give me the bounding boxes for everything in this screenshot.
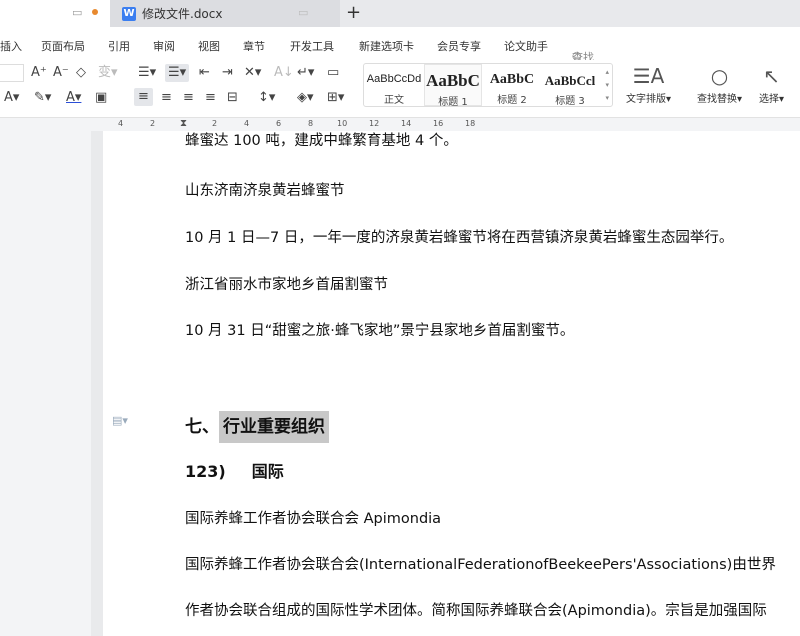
style-heading-3[interactable]: AaBbCcl 标题 3 <box>541 64 599 107</box>
menu-new-tab[interactable]: 新建选项卡 <box>359 38 414 54</box>
find-replace-label: 查找替换 <box>697 94 737 105</box>
tab-home[interactable]: ▭ <box>0 0 110 27</box>
style-gallery: AaBbCcDd 正文 AaBbC 标题 1 AaBbC 标题 2 AaBbCcl 标题… <box>363 63 613 108</box>
selected-text[interactable]: 行业重要组织 <box>219 411 329 443</box>
ruler-tick: 8 <box>308 119 314 128</box>
char-border-icon[interactable]: ▣ <box>95 90 107 106</box>
style-label: 正文 <box>384 95 404 106</box>
align-center-icon[interactable]: ≡ <box>161 90 172 106</box>
style-heading-2[interactable]: AaBbC 标题 2 <box>483 64 541 106</box>
menu-page-layout[interactable]: 页面布局 <box>41 38 85 54</box>
decrease-font-icon[interactable]: A⁻ <box>53 65 69 81</box>
select-label: 选择 <box>759 94 779 105</box>
text-layout-button[interactable]: ☰A 文字排版▾ <box>626 64 671 105</box>
line-spacing-icon[interactable]: ↕▾ <box>258 90 275 106</box>
increase-indent-icon[interactable]: ⇥ <box>222 65 233 81</box>
horizontal-ruler[interactable]: 4 2 ⧗ 2 4 6 8 10 12 14 16 18 <box>0 118 800 131</box>
border-icon[interactable]: ⊞▾ <box>327 90 344 106</box>
tab-document[interactable]: W 修改文件.docx ▭ <box>110 0 340 27</box>
menu-bar: 插入 页面布局 引用 审阅 视图 章节 开发工具 新建选项卡 会员专享 论文助手… <box>0 27 800 128</box>
new-tab-button[interactable]: + <box>346 2 361 23</box>
style-preview: AaBbC <box>489 72 535 87</box>
ruler-tick: 14 <box>401 119 412 128</box>
ruler-tick: 2 <box>150 119 156 128</box>
find-replace-button[interactable]: ○ 查找替换▾ <box>697 64 742 105</box>
heading-prefix: 七、 <box>185 417 219 437</box>
font-size-dropdown[interactable] <box>0 64 24 82</box>
ruler-tick: 12 <box>369 119 380 128</box>
style-label: 标题 3 <box>555 96 585 107</box>
font-color-icon[interactable]: A▾ <box>66 90 81 106</box>
paragraph: 国际养蜂工作者协会联合会(InternationalFederationofBe… <box>185 557 776 573</box>
text-layout-icon: ☰A <box>632 64 665 88</box>
shading-icon[interactable]: ◈▾ <box>297 90 314 106</box>
paragraph: 10 月 31 日“甜蜜之旅·蜂飞家地”景宁县家地乡首届割蜜节。 <box>185 323 575 339</box>
style-preview: AaBbCcl <box>544 73 596 88</box>
menu-review[interactable]: 审阅 <box>153 38 175 54</box>
menu-thesis[interactable]: 论文助手 <box>504 38 548 54</box>
menu-view[interactable]: 视图 <box>198 38 220 54</box>
menu-references[interactable]: 引用 <box>108 38 130 54</box>
ruler-tick: 18 <box>465 119 476 128</box>
paragraph: 山东济南济泉黄岩蜂蜜节 <box>185 183 345 199</box>
paragraph: 浙江省丽水市家地乡首届割蜜节 <box>185 277 388 293</box>
style-heading-1[interactable]: AaBbC 标题 1 <box>424 64 482 108</box>
ruler-tick: 16 <box>433 119 444 128</box>
select-button[interactable]: ↖ 选择▾ <box>759 64 784 105</box>
paragraph: 国际养蜂工作者协会联合会 Apimondia <box>185 511 442 527</box>
chinese-layout-icon[interactable]: ✕▾ <box>244 65 261 81</box>
ruler-tick: 4 <box>118 119 124 128</box>
menu-developer[interactable]: 开发工具 <box>290 38 334 54</box>
pinyin-icon[interactable]: 变▾ <box>98 65 118 81</box>
indent-marker-icon[interactable]: ⧗ <box>180 118 187 129</box>
increase-font-icon[interactable]: A⁺ <box>31 65 47 81</box>
text-layout-label: 文字排版 <box>626 94 666 105</box>
menu-insert[interactable]: 插入 <box>0 38 22 54</box>
tab-title: 修改文件.docx <box>142 7 223 21</box>
ruler-tick: 2 <box>212 119 218 128</box>
bullet-list-icon[interactable]: ☰▾ <box>138 65 156 81</box>
paragraph: 10 月 1 日—7 日，一年一度的济泉黄岩蜂蜜节将在西营镇济泉黄岩蜂蜜生态园举… <box>185 230 734 246</box>
wps-writer-icon: W <box>122 6 136 21</box>
text-effect-icon[interactable]: A▾ <box>4 90 19 106</box>
menu-chapter[interactable]: 章节 <box>243 38 265 54</box>
style-scroll-icon[interactable]: ▴ ▾ ▾ <box>605 66 609 105</box>
heading-2: 123) 国际 <box>185 458 284 482</box>
monitor-icon: ▭ <box>298 6 309 19</box>
ruler-tick: 10 <box>337 119 348 128</box>
style-label: 标题 1 <box>438 97 468 108</box>
unsaved-dot-icon <box>92 9 98 15</box>
page-gutter <box>91 131 103 636</box>
show-marks-icon[interactable]: ↵▾ <box>297 65 314 81</box>
paragraph: 作者协会联合组成的国际性学术团体。简称国际养蜂联合会(Apimondia)。宗旨… <box>185 603 767 619</box>
ruler-tick: 6 <box>276 119 282 128</box>
sort-icon[interactable]: A↓ <box>274 65 294 81</box>
numbered-list-icon[interactable]: ☰▾ <box>165 64 190 82</box>
heading-number: 123) <box>185 462 226 481</box>
paragraph-handle-icon[interactable]: ▤▾ <box>112 414 128 427</box>
ruler-icon[interactable]: ▭ <box>327 65 339 81</box>
style-preview: AaBbC <box>426 71 480 90</box>
monitor-icon: ▭ <box>72 6 83 19</box>
tab-bar: ▭ W 修改文件.docx ▭ + <box>0 0 800 27</box>
document-page[interactable]: 蜂蜜达 100 吨，建成中蜂繁育基地 4 个。 山东济南济泉黄岩蜂蜜节 10 月… <box>103 131 800 636</box>
style-normal[interactable]: AaBbCcDd 正文 <box>364 64 424 106</box>
ruler-tick: 4 <box>244 119 250 128</box>
paragraph: 蜂蜜达 100 吨，建成中蜂繁育基地 4 个。 <box>185 133 458 149</box>
style-label: 标题 2 <box>497 95 527 106</box>
decrease-indent-icon[interactable]: ⇤ <box>199 65 210 81</box>
clear-format-icon[interactable]: ◇ <box>76 65 86 81</box>
search-icon: ○ <box>710 64 729 88</box>
cursor-icon: ↖ <box>763 64 780 88</box>
distributed-icon[interactable]: ⊟ <box>227 90 238 106</box>
align-left-icon[interactable]: ≡ <box>134 88 153 106</box>
highlight-icon[interactable]: ✎▾ <box>34 90 51 106</box>
justify-icon[interactable]: ≡ <box>205 90 216 106</box>
heading-text: 国际 <box>251 462 284 481</box>
style-preview: AaBbCcDd <box>366 73 422 85</box>
heading-1: 七、 行业重要组织 <box>185 411 329 443</box>
menu-member[interactable]: 会员专享 <box>437 38 481 54</box>
align-right-icon[interactable]: ≡ <box>183 90 194 106</box>
